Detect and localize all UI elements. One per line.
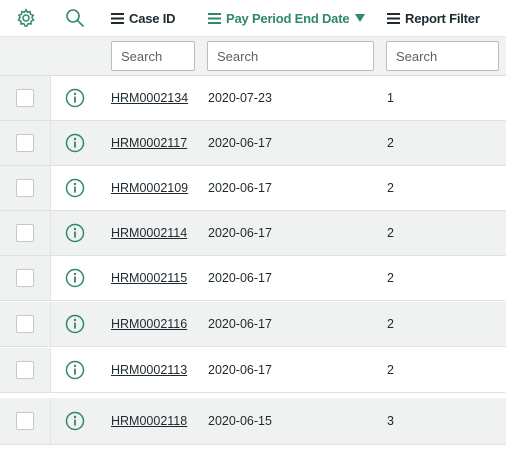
info-icon	[65, 178, 85, 198]
preview-record-button[interactable]	[51, 302, 99, 346]
preview-record-button[interactable]	[51, 121, 99, 165]
report-filter-value: 2	[387, 181, 394, 195]
column-header-report-filter[interactable]: Report Filter	[387, 0, 506, 36]
case-id-link[interactable]: HRM0002118	[111, 414, 187, 428]
case-id-link[interactable]: HRM0002116	[111, 317, 187, 331]
row-select-checkbox[interactable]	[16, 179, 34, 197]
table-row: HRM0002116 2020-06-17 2	[0, 302, 506, 347]
preview-record-button[interactable]	[51, 398, 99, 444]
info-icon	[65, 133, 85, 153]
pay-period-end-date-search-input[interactable]	[207, 41, 374, 71]
report-filter-value: 3	[387, 414, 394, 428]
preview-record-button[interactable]	[51, 76, 99, 120]
record-list: Case ID Pay Period End Date Report Filte…	[0, 0, 506, 450]
pay-period-end-date-value: 2020-06-17	[208, 136, 272, 150]
column-header-label: Case ID	[129, 10, 176, 26]
menu-icon	[208, 12, 221, 24]
search-toggle-button[interactable]	[51, 0, 99, 36]
pay-period-end-date-value: 2020-06-15	[208, 414, 272, 428]
row-select-checkbox[interactable]	[16, 315, 34, 333]
column-search-row	[0, 36, 506, 76]
table-row: HRM0002115 2020-06-17 2	[0, 256, 506, 301]
row-select-checkbox[interactable]	[16, 361, 34, 379]
report-filter-value: 2	[387, 271, 394, 285]
column-header-label: Report Filter	[405, 10, 480, 26]
column-header-label: Pay Period End Date	[226, 10, 350, 26]
report-filter-value: 2	[387, 136, 394, 150]
pay-period-end-date-value: 2020-07-23	[208, 91, 272, 105]
preview-record-button[interactable]	[51, 166, 99, 210]
report-filter-value: 2	[387, 226, 394, 240]
case-id-link[interactable]: HRM0002114	[111, 226, 187, 240]
table-row: HRM0002134 2020-07-23 1	[0, 76, 506, 121]
report-filter-value: 1	[387, 91, 394, 105]
row-select-checkbox[interactable]	[16, 89, 34, 107]
row-select-checkbox[interactable]	[16, 412, 34, 430]
table-row: HRM0002118 2020-06-15 3	[0, 398, 506, 445]
pay-period-end-date-value: 2020-06-17	[208, 271, 272, 285]
personalize-list-button[interactable]	[0, 0, 51, 36]
list-header-row: Case ID Pay Period End Date Report Filte…	[0, 0, 506, 36]
pay-period-end-date-value: 2020-06-17	[208, 317, 272, 331]
gear-icon	[16, 8, 35, 27]
report-filter-value: 2	[387, 317, 394, 331]
case-id-link[interactable]: HRM0002113	[111, 363, 187, 377]
menu-icon	[111, 12, 124, 24]
info-icon	[65, 88, 85, 108]
preview-record-button[interactable]	[51, 256, 99, 300]
report-filter-value: 2	[387, 363, 394, 377]
report-filter-search-input[interactable]	[386, 41, 499, 71]
row-select-checkbox[interactable]	[16, 224, 34, 242]
sort-descending-icon	[355, 14, 366, 22]
pay-period-end-date-value: 2020-06-17	[208, 226, 272, 240]
column-header-pay-period-end-date[interactable]: Pay Period End Date	[208, 0, 378, 36]
info-icon	[65, 223, 85, 243]
table-row: HRM0002113 2020-06-17 2	[0, 348, 506, 393]
row-select-checkbox[interactable]	[16, 269, 34, 287]
case-id-link[interactable]: HRM0002134	[111, 91, 188, 105]
pay-period-end-date-value: 2020-06-17	[208, 181, 272, 195]
preview-record-button[interactable]	[51, 348, 99, 392]
case-id-link[interactable]: HRM0002117	[111, 136, 187, 150]
row-select-checkbox[interactable]	[16, 134, 34, 152]
info-icon	[65, 268, 85, 288]
case-id-link[interactable]: HRM0002109	[111, 181, 188, 195]
pay-period-end-date-value: 2020-06-17	[208, 363, 272, 377]
column-header-case-id[interactable]: Case ID	[111, 0, 201, 36]
table-row: HRM0002117 2020-06-17 2	[0, 121, 506, 166]
info-icon	[65, 411, 85, 431]
menu-icon	[387, 12, 400, 24]
table-row: HRM0002114 2020-06-17 2	[0, 211, 506, 256]
search-icon	[66, 9, 84, 27]
info-icon	[65, 314, 85, 334]
table-row: HRM0002109 2020-06-17 2	[0, 166, 506, 211]
info-icon	[65, 360, 85, 380]
case-id-link[interactable]: HRM0002115	[111, 271, 187, 285]
preview-record-button[interactable]	[51, 211, 99, 255]
case-id-search-input[interactable]	[111, 41, 195, 71]
